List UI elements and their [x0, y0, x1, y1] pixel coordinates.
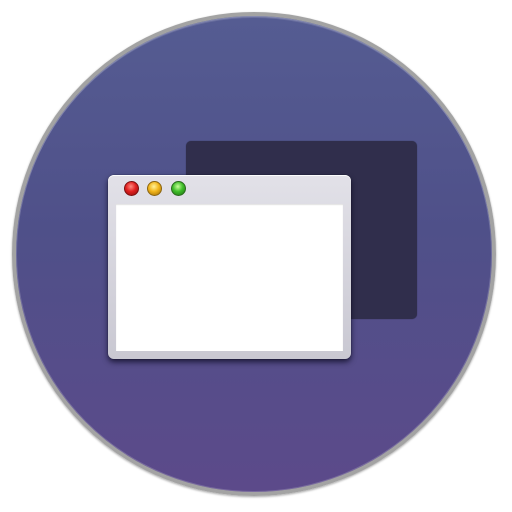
window-titlebar	[116, 175, 343, 204]
window-content-area	[116, 204, 343, 351]
minimize-dot-icon	[147, 181, 162, 196]
app-icon	[0, 0, 512, 512]
front-window-shape	[108, 175, 351, 359]
close-dot-icon	[124, 181, 139, 196]
zoom-dot-icon	[171, 181, 186, 196]
